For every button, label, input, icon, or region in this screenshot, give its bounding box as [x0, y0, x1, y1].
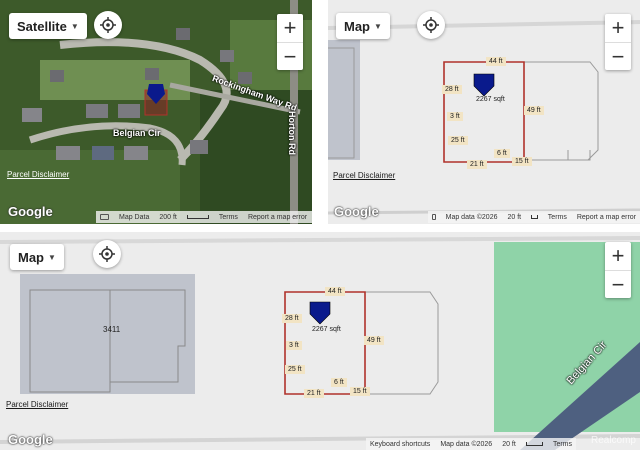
dimension-label: 15 ft	[512, 157, 532, 166]
dimension-label: 49 ft	[364, 336, 384, 345]
map-canvas	[0, 232, 640, 450]
realcomp-watermark: Realcomp	[590, 435, 636, 446]
keyboard-shortcuts-link[interactable]: Keyboard shortcuts	[370, 441, 430, 448]
dimension-label: 25 ft	[448, 136, 468, 145]
zoom-control: + −	[277, 14, 303, 70]
zoom-in-button[interactable]: +	[605, 242, 631, 270]
dimension-label: 49 ft	[524, 106, 544, 115]
area-label: 2267 sqft	[312, 326, 341, 333]
map-footer: Map Data 200 ft Terms Report a map error	[96, 211, 312, 223]
terms-link[interactable]: Terms	[548, 214, 567, 221]
zoom-in-button[interactable]: +	[277, 14, 303, 42]
locate-button[interactable]	[93, 240, 121, 268]
map-data-label[interactable]: Map data ©2026	[440, 441, 492, 448]
google-logo: Google	[334, 204, 379, 219]
parcel-map-panel[interactable]: Map ▼ + − 44 ft 28 ft 2267 sqft 49 ft 3 f…	[328, 0, 640, 224]
locate-button[interactable]	[417, 11, 445, 39]
area-label: 2267 sqft	[476, 96, 505, 103]
parcel-map-wide-panel[interactable]: 3411 Belgian Cir Map ▼ + − 44 ft 28 ft 22…	[0, 232, 640, 450]
map-data-label[interactable]: Map Data	[119, 214, 149, 221]
dimension-label: 28 ft	[282, 314, 302, 323]
zoom-in-button[interactable]: +	[605, 14, 631, 42]
parcel-disclaimer-link[interactable]: Parcel Disclaimer	[6, 400, 68, 409]
terms-link[interactable]: Terms	[219, 214, 238, 221]
report-link[interactable]: Report a map error	[577, 214, 636, 221]
road-label-belgian: Belgian Cir	[113, 128, 161, 138]
crosshair-icon	[423, 17, 439, 33]
dimension-label: 15 ft	[350, 387, 370, 396]
dimension-label: 28 ft	[442, 85, 462, 94]
crosshair-icon	[99, 246, 115, 262]
zoom-out-button[interactable]: −	[605, 42, 631, 70]
report-link[interactable]: Report a map error	[248, 214, 307, 221]
scale-bar	[531, 215, 538, 219]
dimension-label: 44 ft	[325, 287, 345, 296]
zoom-control: + −	[605, 14, 631, 70]
dimension-label: 21 ft	[304, 389, 324, 398]
lot-number: 3411	[103, 325, 121, 334]
map-footer: Keyboard shortcuts Map data ©2026 20 ft …	[366, 438, 576, 450]
google-logo: Google	[8, 204, 53, 219]
dimension-label: 21 ft	[467, 160, 487, 169]
scale-label[interactable]: 20 ft	[508, 214, 522, 221]
map-data-label[interactable]: Map data ©2026	[446, 214, 498, 221]
road-label-horton: Horton Rd	[287, 111, 297, 155]
dimension-label: 3 ft	[286, 341, 302, 350]
dimension-label: 44 ft	[486, 57, 506, 66]
map-type-button[interactable]: Map ▼	[336, 13, 390, 39]
map-type-button[interactable]: Map ▼	[10, 244, 64, 270]
keyboard-icon[interactable]	[100, 214, 109, 220]
keyboard-icon[interactable]	[432, 214, 436, 220]
scale-label[interactable]: 20 ft	[502, 441, 516, 448]
zoom-control: + −	[605, 242, 631, 298]
dimension-label: 25 ft	[285, 365, 305, 374]
map-footer: Map data ©2026 20 ft Terms Report a map …	[428, 211, 640, 223]
dimension-label: 3 ft	[447, 112, 463, 121]
zoom-out-button[interactable]: −	[277, 42, 303, 70]
scale-bar	[186, 215, 209, 219]
dimension-label: 6 ft	[331, 378, 347, 387]
google-logo: Google	[8, 432, 53, 447]
dimension-label: 6 ft	[494, 149, 510, 158]
crosshair-icon	[100, 17, 116, 33]
parcel-disclaimer-link[interactable]: Parcel Disclaimer	[7, 170, 69, 179]
scale-bar	[525, 442, 543, 446]
locate-button[interactable]	[94, 11, 122, 39]
map-type-button[interactable]: Satellite ▼	[9, 13, 87, 39]
parcel-disclaimer-link[interactable]: Parcel Disclaimer	[333, 171, 395, 180]
zoom-out-button[interactable]: −	[605, 270, 631, 298]
satellite-map-panel[interactable]: Satellite ▼ + − Rockingham Way Rd Belgian…	[0, 0, 312, 224]
scale-label[interactable]: 200 ft	[159, 214, 177, 221]
terms-link[interactable]: Terms	[553, 441, 572, 448]
